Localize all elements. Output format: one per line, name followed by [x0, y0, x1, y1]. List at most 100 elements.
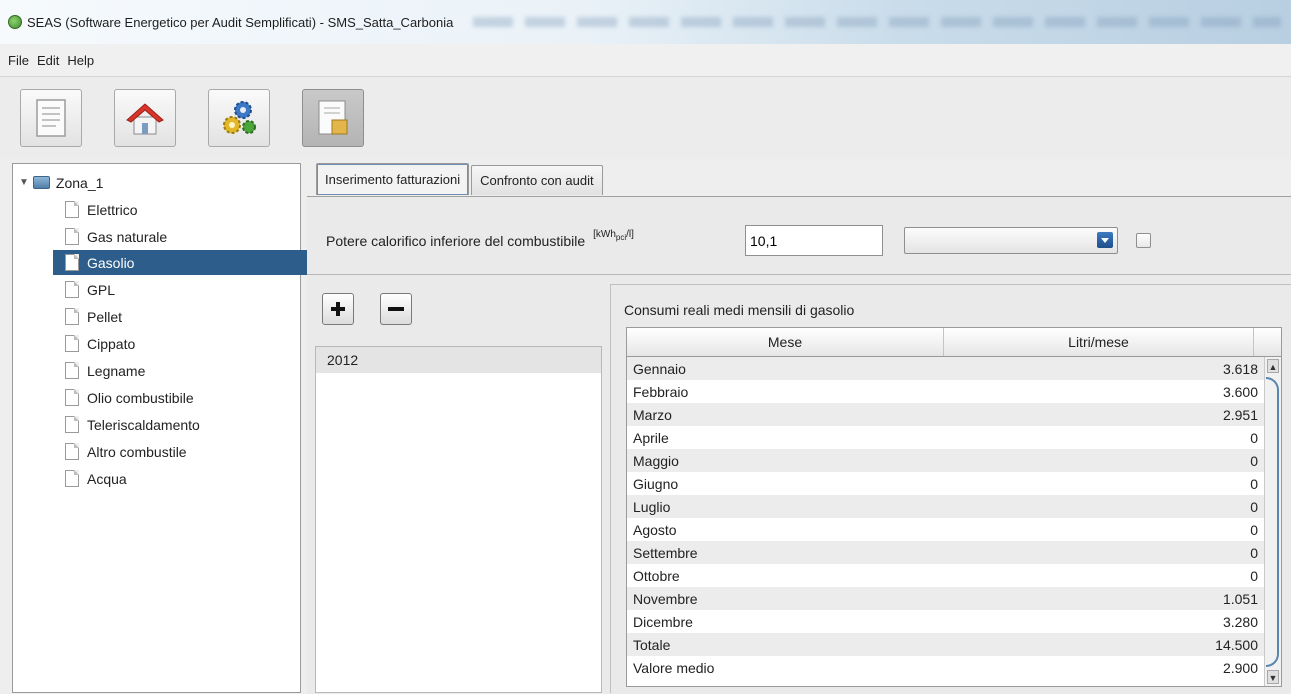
- document-button[interactable]: [20, 89, 82, 147]
- table-row[interactable]: Aprile 0: [627, 426, 1264, 449]
- chevron-down-icon[interactable]: [1097, 232, 1113, 248]
- cell-litri[interactable]: 0: [937, 522, 1264, 538]
- minus-icon: [388, 307, 404, 311]
- document-icon: [36, 99, 66, 137]
- cell-mese: Aprile: [633, 429, 669, 446]
- table-header: Mese Litri/mese: [627, 328, 1281, 357]
- vertical-scrollbar[interactable]: ▲ ▼: [1264, 357, 1281, 686]
- table-row[interactable]: Ottobre 0: [627, 564, 1264, 587]
- tree-root-zona[interactable]: ▼ Zona_1: [13, 170, 300, 195]
- cell-litri[interactable]: 3.280: [937, 614, 1264, 630]
- scroll-down-icon[interactable]: ▼: [1267, 670, 1279, 684]
- cell-litri[interactable]: 14.500: [937, 637, 1264, 653]
- table-row[interactable]: Maggio 0: [627, 449, 1264, 472]
- consumi-title: Consumi reali medi mensili di gasolio: [624, 302, 855, 318]
- cell-litri[interactable]: 0: [937, 545, 1264, 561]
- tree-item-label: Olio combustibile: [87, 389, 194, 406]
- table-row[interactable]: Gennaio 3.618: [627, 357, 1264, 380]
- tab-confronto-con-audit[interactable]: Confronto con audit: [471, 165, 603, 195]
- tree-item-label: Gasolio: [87, 254, 135, 271]
- list-item[interactable]: 2012: [316, 347, 601, 373]
- column-header-mese[interactable]: Mese: [627, 328, 944, 356]
- tree-item-label: Gas naturale: [87, 228, 168, 245]
- cell-mese: Maggio: [633, 452, 679, 469]
- cell-litri[interactable]: 2.951: [937, 407, 1264, 423]
- cell-litri[interactable]: 2.900: [937, 660, 1264, 676]
- cell-mese: Gennaio: [633, 360, 686, 377]
- pci-value-input[interactable]: [745, 225, 883, 256]
- gears-icon: [223, 101, 256, 134]
- cell-mese: Settembre: [633, 544, 698, 561]
- cell-litri[interactable]: 3.600: [937, 384, 1264, 400]
- cell-litri[interactable]: 3.618: [937, 361, 1264, 377]
- tree-item-elettrico[interactable]: Elettrico: [13, 197, 352, 222]
- bill-icon: [318, 100, 348, 135]
- cell-mese: Ottobre: [633, 567, 680, 584]
- plus-icon: [331, 302, 345, 316]
- settings-button[interactable]: [208, 89, 270, 147]
- table-row[interactable]: Settembre 0: [627, 541, 1264, 564]
- table-row[interactable]: Febbraio 3.600: [627, 380, 1264, 403]
- fuel-type-select[interactable]: [904, 227, 1118, 254]
- title-bar: SEAS (Software Energetico per Audit Semp…: [0, 0, 1291, 44]
- home-button[interactable]: [114, 89, 176, 147]
- table-row[interactable]: Luglio 0: [627, 495, 1264, 518]
- divider: [307, 274, 1291, 275]
- cell-litri[interactable]: 0: [937, 499, 1264, 515]
- menu-help[interactable]: Help: [67, 53, 94, 68]
- pci-unit-sub: pci: [615, 232, 627, 242]
- app-icon: [8, 15, 22, 29]
- expand-triangle-icon[interactable]: ▼: [19, 177, 29, 188]
- fuel-tree: ▼ Zona_1 Elettrico Gas naturale Gasolio …: [12, 163, 350, 693]
- document-icon: [65, 308, 79, 325]
- tree-item-gasolio[interactable]: Gasolio: [13, 250, 352, 275]
- tree-item-label: Teleriscaldamento: [87, 416, 200, 433]
- tree-item-cippato[interactable]: Cippato: [13, 331, 352, 356]
- tree-item-gpl[interactable]: GPL: [13, 277, 352, 302]
- tree-item-label: Acqua: [87, 470, 127, 487]
- cell-litri[interactable]: 1.051: [937, 591, 1264, 607]
- tree-item-teleriscaldamento[interactable]: Teleriscaldamento: [13, 412, 352, 437]
- pci-unit-main: [kWh: [593, 228, 616, 240]
- cell-mese: Totale: [633, 636, 671, 653]
- table-row[interactable]: Dicembre 3.280: [627, 610, 1264, 633]
- table-row[interactable]: Novembre 1.051: [627, 587, 1264, 610]
- tree-item-altro-combustile[interactable]: Altro combustile: [13, 439, 352, 464]
- table-row[interactable]: Valore medio 2.900: [627, 656, 1264, 679]
- pci-checkbox[interactable]: [1136, 233, 1151, 248]
- pci-label: Potere calorifico inferiore del combusti…: [326, 233, 586, 249]
- cell-litri[interactable]: 0: [937, 430, 1264, 446]
- tree-item-acqua[interactable]: Acqua: [13, 466, 352, 491]
- cell-litri[interactable]: 0: [937, 568, 1264, 584]
- cell-litri[interactable]: 0: [937, 453, 1264, 469]
- cell-litri[interactable]: 0: [937, 476, 1264, 492]
- table-body: Gennaio 3.618 Febbraio 3.600 Marzo 2.951 April…: [627, 357, 1264, 679]
- scrollbar-thumb[interactable]: [1266, 377, 1279, 667]
- document-icon: [65, 362, 79, 379]
- cell-mese: Novembre: [633, 590, 698, 607]
- table-row[interactable]: Agosto 0: [627, 518, 1264, 541]
- tree-item-olio-combustibile[interactable]: Olio combustibile: [13, 385, 352, 410]
- tree-item-pellet[interactable]: Pellet: [13, 304, 352, 329]
- tree-item-legname[interactable]: Legname: [13, 358, 352, 383]
- add-year-button[interactable]: [322, 293, 354, 325]
- cell-mese: Marzo: [633, 406, 672, 423]
- tree-item-gas-naturale[interactable]: Gas naturale: [13, 224, 352, 249]
- billing-button[interactable]: [302, 89, 364, 147]
- tab-inserimento-fatturazioni[interactable]: Inserimento fatturazioni: [316, 163, 470, 195]
- table-row[interactable]: Giugno 0: [627, 472, 1264, 495]
- table-row[interactable]: Totale 14.500: [627, 633, 1264, 656]
- menu-edit[interactable]: Edit: [37, 53, 59, 68]
- cell-mese: Dicembre: [633, 613, 693, 630]
- column-header-litri[interactable]: Litri/mese: [944, 328, 1254, 356]
- table-row[interactable]: Marzo 2.951: [627, 403, 1264, 426]
- document-icon: [65, 228, 79, 245]
- tree-item-label: Elettrico: [87, 201, 138, 218]
- menu-file[interactable]: File: [8, 53, 29, 68]
- document-icon: [65, 201, 79, 218]
- remove-year-button[interactable]: [380, 293, 412, 325]
- scroll-up-icon[interactable]: ▲: [1267, 359, 1279, 373]
- document-icon: [65, 443, 79, 460]
- cell-mese: Agosto: [633, 521, 677, 538]
- tree-item-label: Legname: [87, 362, 146, 379]
